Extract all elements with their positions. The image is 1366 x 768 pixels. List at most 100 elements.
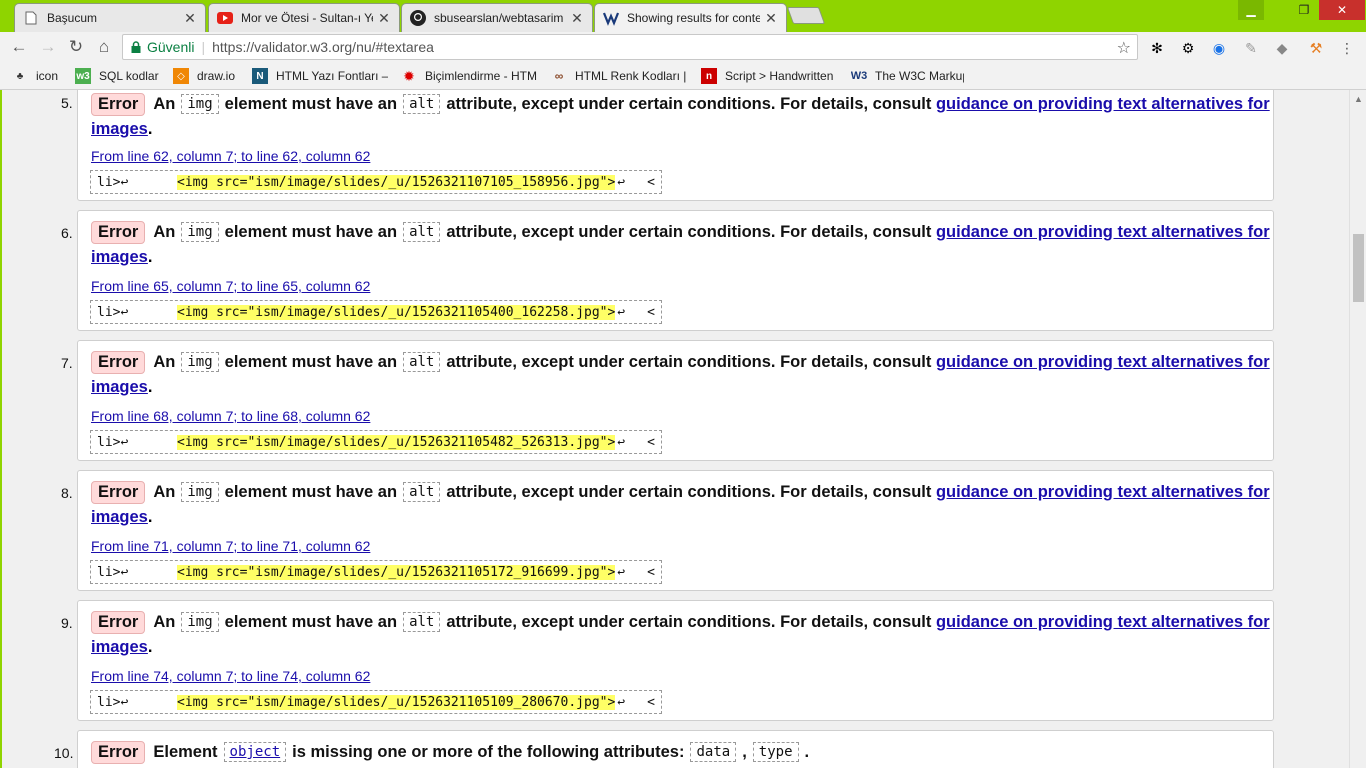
scrollbar-thumb[interactable] bbox=[1353, 234, 1364, 302]
extension-tool-icon[interactable]: ⚒ bbox=[1307, 39, 1325, 57]
tab-label: Mor ve Ötesi - Sultan-ı Ye bbox=[241, 11, 373, 25]
home-icon[interactable]: ⌂ bbox=[94, 37, 114, 57]
code-snippet: data bbox=[690, 742, 737, 762]
message-number: 10. bbox=[54, 745, 74, 761]
error-badge: Error bbox=[91, 610, 146, 634]
message-text: element must have an bbox=[224, 352, 398, 371]
extract-return: ↩ bbox=[617, 564, 626, 580]
tab-bascum[interactable]: Başucum ✕ bbox=[14, 3, 206, 32]
guidance-link[interactable]: guidance on providing text alternatives … bbox=[936, 95, 1270, 114]
scroll-up-icon[interactable]: ▲ bbox=[1354, 94, 1363, 104]
message-item: Error An img element must have an alt at… bbox=[77, 470, 1274, 591]
guidance-link[interactable]: images bbox=[91, 508, 148, 526]
message-text: element must have an bbox=[224, 222, 398, 241]
divider: | bbox=[201, 39, 206, 55]
location-link[interactable]: From line 68, column 7; to line 68, colu… bbox=[91, 408, 370, 424]
code-snippet: alt bbox=[403, 352, 441, 372]
extension-eraser-icon[interactable]: ◆ bbox=[1273, 39, 1291, 57]
message-text: An bbox=[153, 482, 176, 501]
gear-red-icon: ✹ bbox=[403, 67, 415, 84]
message-text: . bbox=[147, 378, 153, 396]
message-line: Error Element object is missing one or m… bbox=[91, 739, 809, 765]
menu-dots-icon[interactable]: ⋮ bbox=[1338, 39, 1356, 57]
close-window-button[interactable]: ✕ bbox=[1319, 0, 1365, 20]
message-text: is missing one or more of the following … bbox=[292, 742, 685, 761]
bookmark-label: The W3C Markup Va bbox=[875, 69, 964, 83]
message-text: . bbox=[147, 120, 153, 138]
bookmark-icon[interactable]: ♣ icon bbox=[12, 66, 72, 86]
guidance-link[interactable]: images bbox=[91, 638, 148, 656]
extract-highlight: <img src="ism/image/slides/_u/1526321107… bbox=[177, 174, 616, 190]
reload-icon[interactable]: ↻ bbox=[66, 37, 86, 57]
guidance-link[interactable]: images bbox=[91, 378, 148, 396]
code-snippet: img bbox=[181, 222, 219, 242]
bookmark-fonts[interactable]: N HTML Yazı Fontları – bbox=[252, 66, 388, 86]
extract-prefix: li>↩ bbox=[97, 694, 129, 710]
bookmark-drawio[interactable]: ◇ draw.io bbox=[173, 66, 245, 86]
location-link[interactable]: From line 71, column 7; to line 71, colu… bbox=[91, 538, 370, 554]
extension-bug-icon[interactable]: ✻ bbox=[1148, 39, 1166, 57]
message-text: attribute, except under certain conditio… bbox=[446, 222, 932, 241]
vertical-scrollbar[interactable]: ▲ bbox=[1349, 90, 1366, 768]
code-extract: li>↩ <img src="ism/image/slides/_u/15263… bbox=[90, 170, 662, 194]
extract-highlight: <img src="ism/image/slides/_u/1526321105… bbox=[177, 694, 616, 710]
extension-gear-icon[interactable]: ⚙ bbox=[1179, 39, 1197, 57]
close-icon[interactable]: ✕ bbox=[764, 10, 778, 27]
location-link[interactable]: From line 62, column 7; to line 62, colu… bbox=[91, 148, 370, 164]
guidance-link[interactable]: images bbox=[91, 120, 148, 138]
message-line-2: images. bbox=[91, 378, 152, 397]
maximize-button[interactable]: ❐ bbox=[1291, 0, 1317, 20]
tab-github[interactable]: sbusearslan/webtasarim ✕ bbox=[401, 3, 593, 32]
minimize-button[interactable]: ▁ bbox=[1238, 0, 1264, 20]
location-link[interactable]: From line 74, column 7; to line 74, colu… bbox=[91, 668, 370, 684]
message-text: . bbox=[804, 742, 810, 761]
location-link[interactable]: From line 65, column 7; to line 65, colu… bbox=[91, 278, 370, 294]
code-snippet: alt bbox=[403, 222, 441, 242]
guidance-link[interactable]: images bbox=[91, 248, 148, 266]
address-bar[interactable]: Güvenli | https://validator.w3.org/nu/#t… bbox=[122, 34, 1138, 60]
extension-globe-icon[interactable]: ◉ bbox=[1210, 39, 1228, 57]
tab-label: sbusearslan/webtasarim bbox=[434, 11, 564, 25]
bookmark-script[interactable]: n Script > Handwritten bbox=[701, 66, 839, 86]
message-text: An bbox=[153, 94, 176, 113]
bookmark-renk[interactable]: ∞ HTML Renk Kodları | bbox=[551, 66, 688, 86]
message-text: , bbox=[742, 742, 747, 761]
message-number: 9. bbox=[61, 615, 73, 631]
message-text: attribute, except under certain conditio… bbox=[446, 94, 932, 113]
extension-pencil-icon[interactable]: ✎ bbox=[1242, 39, 1260, 57]
bookmark-label: draw.io bbox=[197, 69, 236, 83]
tab-validator[interactable]: Showing results for conte ✕ bbox=[594, 3, 787, 32]
w3schools-icon: w3 bbox=[75, 68, 91, 84]
star-icon[interactable]: ☆ bbox=[1117, 38, 1131, 58]
bookmark-label: icon bbox=[36, 69, 59, 83]
extract-prefix: li>↩ bbox=[97, 564, 129, 580]
extract-return: ↩ bbox=[617, 304, 626, 320]
message-text: element must have an bbox=[224, 612, 398, 631]
guidance-link[interactable]: guidance on providing text alternatives … bbox=[936, 613, 1270, 632]
guidance-link[interactable]: guidance on providing text alternatives … bbox=[936, 353, 1270, 372]
extract-tail: < bbox=[647, 304, 655, 320]
guidance-link[interactable]: guidance on providing text alternatives … bbox=[936, 223, 1270, 242]
url-text[interactable]: https://validator.w3.org/nu/#textarea bbox=[212, 39, 434, 55]
new-tab-button[interactable] bbox=[786, 7, 826, 24]
message-line: Error An img element must have an alt at… bbox=[91, 219, 1270, 245]
drawio-icon: ◇ bbox=[173, 68, 189, 84]
bookmark-w3c[interactable]: W3 The W3C Markup Va bbox=[851, 66, 964, 86]
message-number: 5. bbox=[61, 95, 73, 111]
extract-tail: < bbox=[647, 434, 655, 450]
close-icon[interactable]: ✕ bbox=[183, 10, 197, 27]
forward-arrow-icon[interactable]: → bbox=[38, 37, 58, 57]
glasses-icon: ∞ bbox=[554, 69, 564, 83]
tab-youtube[interactable]: Mor ve Ötesi - Sultan-ı Ye ✕ bbox=[208, 3, 400, 32]
code-extract: li>↩ <img src="ism/image/slides/_u/15263… bbox=[90, 690, 662, 714]
close-icon[interactable]: ✕ bbox=[377, 10, 391, 27]
message-number: 6. bbox=[61, 225, 73, 241]
bookmark-bicimlendirme[interactable]: ✹ Biçimlendirme - HTM bbox=[401, 66, 539, 86]
extract-highlight: <img src="ism/image/slides/_u/1526321105… bbox=[177, 564, 616, 580]
code-link[interactable]: object bbox=[223, 742, 287, 762]
bookmark-sql[interactable]: w3 SQL kodlar bbox=[75, 66, 167, 86]
back-arrow-icon[interactable]: ← bbox=[9, 37, 29, 57]
guidance-link[interactable]: guidance on providing text alternatives … bbox=[936, 483, 1270, 502]
message-text: . bbox=[147, 248, 153, 266]
close-icon[interactable]: ✕ bbox=[570, 10, 584, 27]
